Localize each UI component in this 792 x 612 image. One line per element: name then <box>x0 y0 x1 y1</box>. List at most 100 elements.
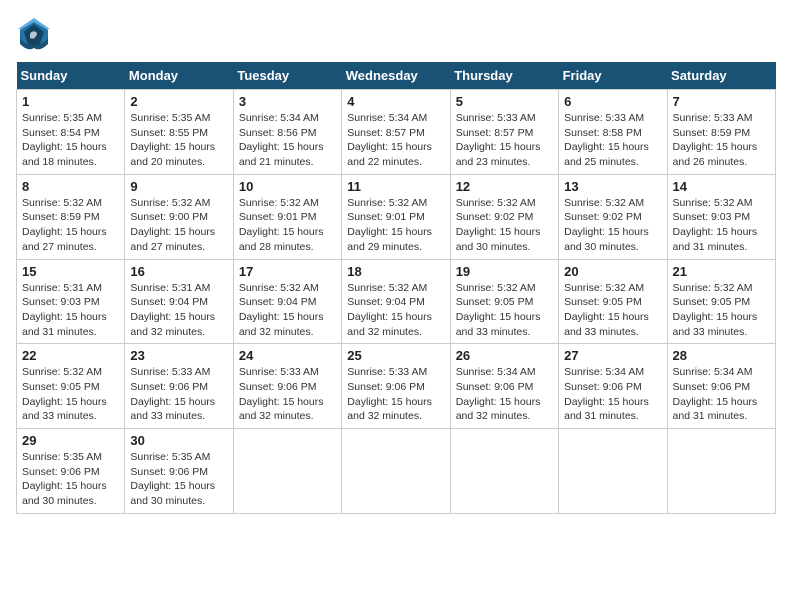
day-detail: Sunrise: 5:35 AMSunset: 9:06 PMDaylight:… <box>22 451 107 507</box>
weekday-header-saturday: Saturday <box>667 62 775 90</box>
calendar-day-8: 8 Sunrise: 5:32 AMSunset: 8:59 PMDayligh… <box>17 174 125 259</box>
weekday-header-thursday: Thursday <box>450 62 558 90</box>
day-number: 17 <box>239 264 336 279</box>
day-number: 7 <box>673 94 770 109</box>
day-detail: Sunrise: 5:33 AMSunset: 9:06 PMDaylight:… <box>347 366 432 422</box>
day-detail: Sunrise: 5:35 AMSunset: 9:06 PMDaylight:… <box>130 451 215 507</box>
calendar-day-28: 28 Sunrise: 5:34 AMSunset: 9:06 PMDaylig… <box>667 344 775 429</box>
calendar-day-9: 9 Sunrise: 5:32 AMSunset: 9:00 PMDayligh… <box>125 174 233 259</box>
empty-cell <box>559 429 667 514</box>
day-number: 30 <box>130 433 227 448</box>
calendar-day-17: 17 Sunrise: 5:32 AMSunset: 9:04 PMDaylig… <box>233 259 341 344</box>
empty-cell <box>233 429 341 514</box>
day-detail: Sunrise: 5:32 AMSunset: 9:03 PMDaylight:… <box>673 197 758 253</box>
calendar-day-18: 18 Sunrise: 5:32 AMSunset: 9:04 PMDaylig… <box>342 259 450 344</box>
calendar-day-4: 4 Sunrise: 5:34 AMSunset: 8:57 PMDayligh… <box>342 90 450 175</box>
calendar-day-3: 3 Sunrise: 5:34 AMSunset: 8:56 PMDayligh… <box>233 90 341 175</box>
day-detail: Sunrise: 5:32 AMSunset: 9:00 PMDaylight:… <box>130 197 215 253</box>
day-detail: Sunrise: 5:31 AMSunset: 9:03 PMDaylight:… <box>22 282 107 338</box>
calendar-day-19: 19 Sunrise: 5:32 AMSunset: 9:05 PMDaylig… <box>450 259 558 344</box>
day-number: 26 <box>456 348 553 363</box>
calendar-day-5: 5 Sunrise: 5:33 AMSunset: 8:57 PMDayligh… <box>450 90 558 175</box>
day-detail: Sunrise: 5:32 AMSunset: 9:01 PMDaylight:… <box>347 197 432 253</box>
day-number: 25 <box>347 348 444 363</box>
calendar-day-16: 16 Sunrise: 5:31 AMSunset: 9:04 PMDaylig… <box>125 259 233 344</box>
day-number: 22 <box>22 348 119 363</box>
day-detail: Sunrise: 5:34 AMSunset: 8:57 PMDaylight:… <box>347 112 432 168</box>
day-number: 12 <box>456 179 553 194</box>
header <box>16 16 776 52</box>
calendar-day-14: 14 Sunrise: 5:32 AMSunset: 9:03 PMDaylig… <box>667 174 775 259</box>
day-detail: Sunrise: 5:35 AMSunset: 8:54 PMDaylight:… <box>22 112 107 168</box>
day-number: 9 <box>130 179 227 194</box>
calendar-day-30: 30 Sunrise: 5:35 AMSunset: 9:06 PMDaylig… <box>125 429 233 514</box>
day-detail: Sunrise: 5:33 AMSunset: 9:06 PMDaylight:… <box>130 366 215 422</box>
calendar-day-21: 21 Sunrise: 5:32 AMSunset: 9:05 PMDaylig… <box>667 259 775 344</box>
calendar-day-24: 24 Sunrise: 5:33 AMSunset: 9:06 PMDaylig… <box>233 344 341 429</box>
day-number: 4 <box>347 94 444 109</box>
day-detail: Sunrise: 5:33 AMSunset: 8:57 PMDaylight:… <box>456 112 541 168</box>
weekday-header-friday: Friday <box>559 62 667 90</box>
day-detail: Sunrise: 5:32 AMSunset: 9:05 PMDaylight:… <box>564 282 649 338</box>
weekday-header-sunday: Sunday <box>17 62 125 90</box>
calendar-day-6: 6 Sunrise: 5:33 AMSunset: 8:58 PMDayligh… <box>559 90 667 175</box>
day-detail: Sunrise: 5:31 AMSunset: 9:04 PMDaylight:… <box>130 282 215 338</box>
calendar-day-12: 12 Sunrise: 5:32 AMSunset: 9:02 PMDaylig… <box>450 174 558 259</box>
day-detail: Sunrise: 5:34 AMSunset: 9:06 PMDaylight:… <box>456 366 541 422</box>
day-number: 15 <box>22 264 119 279</box>
calendar-day-11: 11 Sunrise: 5:32 AMSunset: 9:01 PMDaylig… <box>342 174 450 259</box>
calendar-day-22: 22 Sunrise: 5:32 AMSunset: 9:05 PMDaylig… <box>17 344 125 429</box>
calendar-day-29: 29 Sunrise: 5:35 AMSunset: 9:06 PMDaylig… <box>17 429 125 514</box>
day-detail: Sunrise: 5:32 AMSunset: 9:02 PMDaylight:… <box>456 197 541 253</box>
day-detail: Sunrise: 5:32 AMSunset: 9:04 PMDaylight:… <box>347 282 432 338</box>
day-number: 16 <box>130 264 227 279</box>
calendar-day-1: 1 Sunrise: 5:35 AMSunset: 8:54 PMDayligh… <box>17 90 125 175</box>
day-detail: Sunrise: 5:33 AMSunset: 8:58 PMDaylight:… <box>564 112 649 168</box>
day-number: 24 <box>239 348 336 363</box>
empty-cell <box>450 429 558 514</box>
day-detail: Sunrise: 5:34 AMSunset: 9:06 PMDaylight:… <box>564 366 649 422</box>
calendar-day-2: 2 Sunrise: 5:35 AMSunset: 8:55 PMDayligh… <box>125 90 233 175</box>
day-number: 8 <box>22 179 119 194</box>
weekday-header-wednesday: Wednesday <box>342 62 450 90</box>
day-number: 5 <box>456 94 553 109</box>
calendar-day-25: 25 Sunrise: 5:33 AMSunset: 9:06 PMDaylig… <box>342 344 450 429</box>
empty-cell <box>667 429 775 514</box>
day-number: 14 <box>673 179 770 194</box>
day-detail: Sunrise: 5:32 AMSunset: 9:01 PMDaylight:… <box>239 197 324 253</box>
calendar-day-20: 20 Sunrise: 5:32 AMSunset: 9:05 PMDaylig… <box>559 259 667 344</box>
day-number: 2 <box>130 94 227 109</box>
day-detail: Sunrise: 5:35 AMSunset: 8:55 PMDaylight:… <box>130 112 215 168</box>
day-number: 6 <box>564 94 661 109</box>
day-number: 27 <box>564 348 661 363</box>
calendar: SundayMondayTuesdayWednesdayThursdayFrid… <box>16 62 776 514</box>
day-detail: Sunrise: 5:32 AMSunset: 9:05 PMDaylight:… <box>22 366 107 422</box>
day-detail: Sunrise: 5:32 AMSunset: 9:04 PMDaylight:… <box>239 282 324 338</box>
logo-icon <box>16 16 52 52</box>
day-detail: Sunrise: 5:34 AMSunset: 9:06 PMDaylight:… <box>673 366 758 422</box>
day-number: 18 <box>347 264 444 279</box>
day-detail: Sunrise: 5:32 AMSunset: 9:05 PMDaylight:… <box>456 282 541 338</box>
weekday-header-monday: Monday <box>125 62 233 90</box>
day-number: 20 <box>564 264 661 279</box>
calendar-day-7: 7 Sunrise: 5:33 AMSunset: 8:59 PMDayligh… <box>667 90 775 175</box>
day-number: 3 <box>239 94 336 109</box>
calendar-day-27: 27 Sunrise: 5:34 AMSunset: 9:06 PMDaylig… <box>559 344 667 429</box>
day-number: 19 <box>456 264 553 279</box>
calendar-day-13: 13 Sunrise: 5:32 AMSunset: 9:02 PMDaylig… <box>559 174 667 259</box>
day-detail: Sunrise: 5:33 AMSunset: 8:59 PMDaylight:… <box>673 112 758 168</box>
weekday-header-tuesday: Tuesday <box>233 62 341 90</box>
day-number: 13 <box>564 179 661 194</box>
calendar-day-15: 15 Sunrise: 5:31 AMSunset: 9:03 PMDaylig… <box>17 259 125 344</box>
logo <box>16 16 58 52</box>
day-detail: Sunrise: 5:32 AMSunset: 8:59 PMDaylight:… <box>22 197 107 253</box>
day-number: 29 <box>22 433 119 448</box>
day-number: 28 <box>673 348 770 363</box>
day-number: 21 <box>673 264 770 279</box>
day-detail: Sunrise: 5:32 AMSunset: 9:05 PMDaylight:… <box>673 282 758 338</box>
day-detail: Sunrise: 5:34 AMSunset: 8:56 PMDaylight:… <box>239 112 324 168</box>
empty-cell <box>342 429 450 514</box>
calendar-day-10: 10 Sunrise: 5:32 AMSunset: 9:01 PMDaylig… <box>233 174 341 259</box>
calendar-day-23: 23 Sunrise: 5:33 AMSunset: 9:06 PMDaylig… <box>125 344 233 429</box>
calendar-day-26: 26 Sunrise: 5:34 AMSunset: 9:06 PMDaylig… <box>450 344 558 429</box>
